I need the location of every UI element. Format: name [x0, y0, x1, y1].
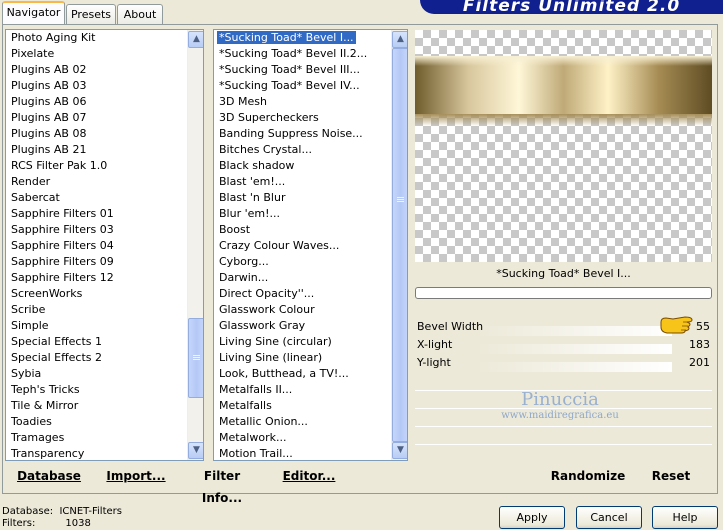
filters-item[interactable]: Blast 'em!...	[214, 174, 367, 190]
filters-item[interactable]: Blast 'n Blur	[214, 190, 367, 206]
reset-button[interactable]: Reset	[646, 465, 696, 487]
filters-item[interactable]: Banding Suppress Noise...	[214, 126, 367, 142]
filters-item[interactable]: Metalwork...	[214, 430, 367, 446]
filters-item[interactable]: Darwin...	[214, 270, 367, 286]
filters-item[interactable]: Living Sine (circular)	[214, 334, 367, 350]
categories-item[interactable]: Special Effects 1	[6, 334, 114, 350]
filter-listbox[interactable]: *Sucking Toad* Bevel I... *Sucking Toad* …	[213, 29, 408, 461]
categories-item[interactable]: Photo Aging Kit	[6, 30, 114, 46]
categories-item[interactable]: Sapphire Filters 09	[6, 254, 114, 270]
param-label: X-light	[417, 338, 453, 351]
import-button[interactable]: Import...	[104, 465, 168, 487]
param-x-light[interactable]: X-light 183	[415, 336, 712, 354]
scroll-thumb[interactable]	[392, 48, 407, 442]
param-value: 201	[689, 356, 710, 369]
categories-item[interactable]: Sapphire Filters 12	[6, 270, 114, 286]
filters-item[interactable]: Metallic Onion...	[214, 414, 367, 430]
categories-item[interactable]: Plugins AB 21	[6, 142, 114, 158]
filters-item[interactable]: Crazy Colour Waves...	[214, 238, 367, 254]
param-value: 183	[689, 338, 710, 351]
filters-item[interactable]: Look, Butthead, a TV!...	[214, 366, 367, 382]
categories-item[interactable]: Transparency	[6, 446, 114, 460]
filters-item[interactable]: Living Sine (linear)	[214, 350, 367, 366]
filters-item[interactable]: Glasswork Gray	[214, 318, 367, 334]
categories-item[interactable]: Render	[6, 174, 114, 190]
param-label: Bevel Width	[417, 320, 484, 333]
categories-item[interactable]: Toadies	[6, 414, 114, 430]
categories-item[interactable]: RCS Filter Pak 1.0	[6, 158, 114, 174]
category-list: Photo Aging Kit Pixelate Plugins AB 02 Plug…	[6, 30, 114, 460]
filters-item[interactable]: Metalfalls	[214, 398, 367, 414]
scroll-thumb[interactable]	[188, 318, 203, 398]
filter-list: *Sucking Toad* Bevel I... *Sucking Toad* …	[214, 30, 367, 460]
tab-about[interactable]: About	[117, 4, 163, 24]
scroll-up-icon[interactable]: ▲	[188, 31, 203, 48]
randomize-button[interactable]: Randomize	[548, 465, 628, 487]
param-value: 55	[696, 320, 710, 333]
status-database: Database: ICNET-Filters	[2, 506, 122, 517]
categories-item[interactable]: Teph's Tricks	[6, 382, 114, 398]
categories-item[interactable]: Tile & Mirror	[6, 398, 114, 414]
help-button[interactable]: Help	[652, 506, 718, 529]
categories-item[interactable]: Sybia	[6, 366, 114, 382]
tab-navigator[interactable]: Navigator	[2, 1, 65, 25]
filters-item[interactable]: Direct Opacity''...	[214, 286, 367, 302]
tab-presets[interactable]: Presets	[66, 4, 116, 24]
pointing-hand-icon	[659, 316, 695, 334]
filters-item[interactable]: *Sucking Toad* Bevel IV...	[214, 78, 367, 94]
param-label: Y-light	[417, 356, 451, 369]
filters-item[interactable]: Metalfalls II...	[214, 382, 367, 398]
watermark-name: Pinuccia	[521, 389, 599, 410]
status-filters: Filters: 1038	[2, 518, 91, 529]
categories-item[interactable]: Simple	[6, 318, 114, 334]
categories-item[interactable]: Plugins AB 03	[6, 78, 114, 94]
watermark: Pinuccia www.maidiregrafica.eu	[480, 390, 640, 422]
filters-item[interactable]: 3D Mesh	[214, 94, 367, 110]
editor-button[interactable]: Editor...	[282, 465, 336, 487]
filters-item[interactable]: Cyborg...	[214, 254, 367, 270]
filters-item[interactable]: 3D Supercheckers	[214, 110, 367, 126]
filter-info-button[interactable]: Filter Info...	[186, 465, 258, 505]
categories-item[interactable]: Pixelate	[6, 46, 114, 62]
filters-item[interactable]: Blur 'em!...	[214, 206, 367, 222]
param-bevel-width[interactable]: Bevel Width 55	[415, 316, 712, 336]
filter-preview	[415, 30, 712, 262]
categories-item[interactable]: Sapphire Filters 03	[6, 222, 114, 238]
filters-item[interactable]: Boost	[214, 222, 367, 238]
category-scrollbar[interactable]: ▲ ▼	[187, 30, 203, 460]
category-listbox[interactable]: Photo Aging Kit Pixelate Plugins AB 02 Plug…	[5, 29, 204, 461]
categories-item[interactable]: Scribe	[6, 302, 114, 318]
filters-item[interactable]: Bitches Crystal...	[214, 142, 367, 158]
categories-item[interactable]: Sapphire Filters 04	[6, 238, 114, 254]
apply-button[interactable]: Apply	[499, 506, 565, 529]
filters-item[interactable]: *Sucking Toad* Bevel I...	[214, 30, 367, 46]
categories-item[interactable]: Plugins AB 08	[6, 126, 114, 142]
categories-item[interactable]: Tramages	[6, 430, 114, 446]
filter-scrollbar[interactable]: ▲ ▼	[391, 30, 407, 460]
progress-bar	[415, 287, 712, 299]
categories-item[interactable]: Plugins AB 02	[6, 62, 114, 78]
filters-item[interactable]: Black shadow	[214, 158, 367, 174]
database-button[interactable]: Database	[14, 465, 84, 487]
categories-item[interactable]: ScreenWorks	[6, 286, 114, 302]
cancel-button[interactable]: Cancel	[576, 506, 642, 529]
filters-item[interactable]: Motion Trail...	[214, 446, 367, 460]
preview-caption: *Sucking Toad* Bevel I...	[496, 267, 631, 280]
filters-item[interactable]: *Sucking Toad* Bevel III...	[214, 62, 367, 78]
scroll-down-icon[interactable]: ▼	[392, 442, 407, 459]
filters-item[interactable]: *Sucking Toad* Bevel II.2...	[214, 46, 367, 62]
categories-item[interactable]: Sapphire Filters 01	[6, 206, 114, 222]
scroll-down-icon[interactable]: ▼	[188, 442, 203, 459]
app-title: Filters Unlimited 2.0	[462, 0, 681, 14]
app-title-banner: Filters Unlimited 2.0	[420, 0, 723, 14]
scroll-up-icon[interactable]: ▲	[392, 31, 407, 48]
watermark-url: www.maidiregrafica.eu	[501, 410, 619, 421]
categories-item[interactable]: Sabercat	[6, 190, 114, 206]
filters-item[interactable]: Glasswork Colour	[214, 302, 367, 318]
categories-item[interactable]: Special Effects 2	[6, 350, 114, 366]
param-y-light[interactable]: Y-light 201	[415, 354, 712, 372]
categories-item[interactable]: Plugins AB 06	[6, 94, 114, 110]
categories-item[interactable]: Plugins AB 07	[6, 110, 114, 126]
